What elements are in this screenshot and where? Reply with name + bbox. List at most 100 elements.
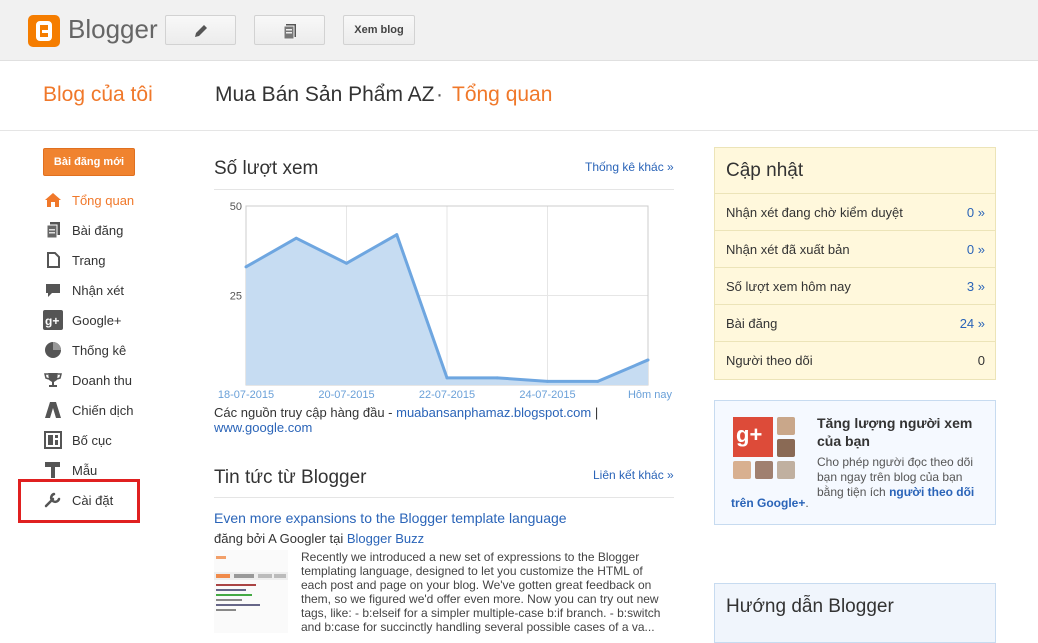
traffic-sources: Các nguồn truy cập hàng đầu - muabansanp… <box>214 405 614 435</box>
pencil-icon <box>195 25 207 37</box>
update-row: Bài đăng 24 » <box>715 304 995 341</box>
update-row: Nhận xét đã xuất bản 0 » <box>715 230 995 267</box>
home-icon <box>43 190 63 210</box>
google-plus-promo: g+ Tăng lượng người xem của bạn Cho phép… <box>714 400 996 525</box>
update-row: Số lượt xem hôm nay 3 » <box>715 267 995 304</box>
update-row-value[interactable]: 0 » <box>967 205 985 220</box>
campaign-icon <box>43 400 63 420</box>
sidebar-item-label: Chiến dịch <box>72 402 134 418</box>
sidebar-item-7[interactable]: Chiến dịch <box>43 398 153 422</box>
google-plus-logo-icon: g+ <box>733 417 773 457</box>
sidebar-item-1[interactable]: Bài đăng <box>43 218 153 242</box>
updates-title: Cập nhật <box>726 160 804 181</box>
google-plus-promo-text: Cho phép người đọc theo dõi bạn ngay trê… <box>817 455 987 500</box>
chart-point <box>546 379 549 383</box>
sidebar-item-label: Nhận xét <box>72 282 125 298</box>
top-bar: Blogger Xem blog <box>0 0 1038 61</box>
traffic-source-google-link[interactable]: www.google.com <box>214 420 312 435</box>
news-thumbnail[interactable] <box>214 550 288 633</box>
update-row-label: Nhận xét đang chờ kiểm duyệt <box>726 205 903 220</box>
google-plus-promo-title: Tăng lượng người xem của bạn <box>817 415 973 449</box>
view-blog-button[interactable]: Xem blog <box>343 15 415 45</box>
chart-point <box>596 379 600 383</box>
chart-point <box>445 376 449 380</box>
template-icon <box>43 460 63 480</box>
chart-point <box>646 358 650 362</box>
posts-list-button[interactable] <box>254 15 325 45</box>
google-plus-promo-text-end: trên Google+. <box>731 496 821 510</box>
new-post-button[interactable]: Bài đăng mới <box>43 148 135 176</box>
sidebar-item-label: Doanh thu <box>72 372 132 388</box>
sidebar-item-6[interactable]: Doanh thu <box>43 368 153 392</box>
blog-name[interactable]: Mua Bán Sản Phẩm AZ <box>215 83 434 107</box>
my-blogs-link[interactable]: Blog của tôi <box>43 83 153 107</box>
guide-title: Hướng dẫn Blogger <box>726 596 894 617</box>
avatar <box>777 439 795 457</box>
google-plus-promo-period: . <box>805 496 809 510</box>
sidebar-item-label: Thống kê <box>72 342 127 358</box>
chart-point <box>345 261 348 265</box>
news-source-link[interactable]: Blogger Buzz <box>347 531 424 546</box>
avatar <box>755 461 773 479</box>
chart-point <box>244 265 248 269</box>
new-post-pencil-button[interactable] <box>165 15 236 45</box>
sidebar-item-5[interactable]: Thống kê <box>43 338 153 362</box>
documents-icon <box>283 24 296 40</box>
header-divider <box>0 130 1038 131</box>
traffic-source-blog-link[interactable]: muabansanphamaz.blogspot.com <box>396 405 591 420</box>
update-row-value[interactable]: 0 » <box>967 242 985 257</box>
update-row: Nhận xét đang chờ kiểm duyệt 0 » <box>715 193 995 230</box>
sidebar-item-0[interactable]: Tổng quan <box>43 188 153 212</box>
code-screenshot-icon <box>214 550 288 633</box>
chart-x-tick-label: 22-07-2015 <box>419 389 475 401</box>
avatar <box>777 417 795 435</box>
sidebar-item-label: Mẫu <box>72 462 98 478</box>
comments-icon <box>43 280 63 300</box>
news-byline-prefix: đăng bởi A Googler tại <box>214 531 347 546</box>
pageviews-title: Số lượt xem <box>214 158 319 179</box>
sidebar-item-3[interactable]: Nhận xét <box>43 278 153 302</box>
more-stats-link[interactable]: Thống kê khác » <box>585 160 674 174</box>
more-links-link[interactable]: Liên kết khác » <box>593 468 674 482</box>
news-byline: đăng bởi A Googler tại Blogger Buzz <box>214 531 424 546</box>
news-post-title-link[interactable]: Even more expansions to the Blogger temp… <box>214 510 567 526</box>
traffic-source-separator: | <box>591 405 599 420</box>
pages-icon <box>43 250 63 270</box>
svg-text:g+: g+ <box>45 314 59 328</box>
google-plus-icon: g+ <box>43 310 63 330</box>
chart-point <box>395 233 399 237</box>
chart-x-tick-label: 18-07-2015 <box>218 389 274 401</box>
page-title: Tổng quan <box>452 83 553 106</box>
sidebar-item-label: Bố cục <box>72 432 112 448</box>
sidebar-item-label: Trang <box>72 252 106 268</box>
layout-icon <box>43 430 63 450</box>
trophy-icon <box>43 370 63 390</box>
blogger-logo-text[interactable]: Blogger <box>68 14 158 45</box>
avatar <box>777 461 795 479</box>
followers-widget-link-cont[interactable]: trên Google+ <box>731 496 805 510</box>
sidebar-item-8[interactable]: Bố cục <box>43 428 153 452</box>
followers-widget-link[interactable]: người theo dõi <box>889 485 974 499</box>
sidebar-item-label: Google+ <box>72 312 122 328</box>
sidebar-item-4[interactable]: g+ Google+ <box>43 308 153 332</box>
chart-y-tick-label: 50 <box>230 201 242 213</box>
sidebar-item-label: Tổng quan <box>72 192 135 208</box>
sidebar-item-label: Bài đăng <box>72 222 124 238</box>
blogger-guide-panel: Hướng dẫn Blogger <box>714 583 996 643</box>
pageviews-chart: 50 25 18-07-2015 20-07-2015 22-07-2015 24-07-… <box>218 201 673 401</box>
update-row-label: Bài đăng <box>726 316 778 331</box>
pageviews-divider <box>214 189 674 190</box>
update-row-value: 0 <box>977 353 985 368</box>
blogger-logo-icon[interactable] <box>28 15 60 47</box>
sidebar-item-2[interactable]: Trang <box>43 248 153 272</box>
update-row-value[interactable]: 24 » <box>960 316 985 331</box>
header-separator: · <box>436 83 443 106</box>
chart-x-tick-label: Hôm nay <box>628 389 673 401</box>
chart-x-tick-label: 24-07-2015 <box>519 389 575 401</box>
update-row-value[interactable]: 3 » <box>967 279 985 294</box>
traffic-sources-label: Các nguồn truy cập hàng đầu - <box>214 405 397 420</box>
news-title: Tin tức từ Blogger <box>214 467 367 488</box>
update-row: Người theo dõi 0 <box>715 341 995 378</box>
update-row-label: Người theo dõi <box>726 353 813 368</box>
chart-point <box>294 236 298 240</box>
